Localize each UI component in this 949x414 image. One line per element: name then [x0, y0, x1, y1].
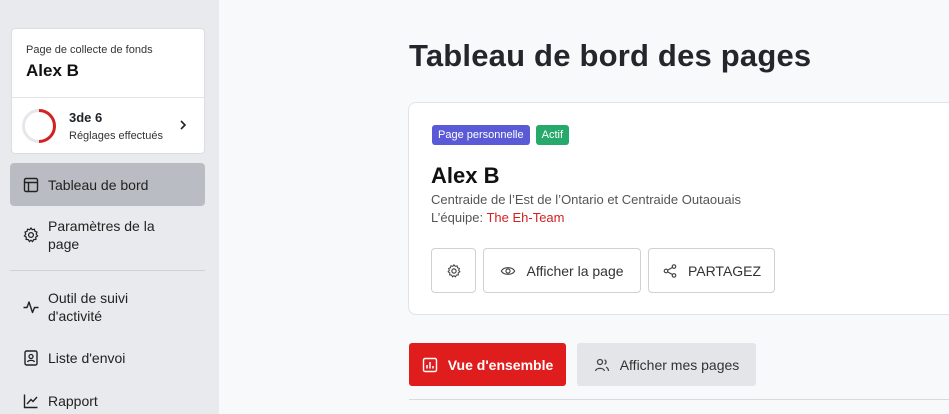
chevron-right-icon [180, 120, 187, 130]
sidebar-item-label: Outil de suivi [48, 290, 129, 306]
sidebar: Page de collecte de fonds Alex B 3de 6 R… [0, 0, 219, 414]
sidebar-item-mailing-list[interactable]: Liste d'envoi [10, 349, 205, 367]
tab-overview[interactable]: Vue d'ensemble [409, 343, 566, 386]
fundraising-page-header: Page de collecte de fonds Alex B [12, 29, 204, 98]
setup-progress[interactable]: 3de 6 Réglages effectués [12, 98, 204, 154]
team-link[interactable]: The Eh-Team [486, 210, 564, 225]
sidebar-divider [10, 270, 205, 271]
chart-line-icon [23, 394, 38, 409]
share-label: PARTAGEZ [687, 262, 762, 279]
share-button[interactable]: PARTAGEZ [648, 248, 775, 293]
dashboard-icon [23, 177, 39, 193]
fundraising-page-card: Page de collecte de fonds Alex B 3de 6 R… [11, 28, 205, 154]
eye-icon [501, 266, 516, 275]
page-owner-name: Alex B [431, 163, 500, 188]
gear-icon [446, 263, 461, 278]
view-page-button[interactable]: Afficher la page [483, 248, 641, 293]
progress-label: Réglages effectués [69, 130, 163, 142]
progress-ring-icon [22, 109, 56, 143]
page-badges: Page personnelle Actif [432, 125, 570, 145]
tab-my-pages[interactable]: Afficher mes pages [577, 343, 756, 386]
page-title: Tableau de bord des pages [409, 38, 812, 73]
page-card: Page personnelle Actif Alex B Centraide … [408, 102, 949, 315]
progress-count: 3de 6 [69, 110, 103, 125]
sidebar-item-label: Paramètres de la [48, 218, 155, 234]
organization-name: Centraide de l’Est de l’Ontario et Centr… [431, 192, 742, 207]
tab-my-pages-label: Afficher mes pages [619, 356, 740, 373]
fundraiser-name: Alex B [26, 61, 79, 80]
fundraising-page-label: Page de collecte de fonds [26, 44, 153, 56]
users-icon [594, 358, 609, 371]
sidebar-item-dashboard[interactable]: Tableau de bord [10, 163, 205, 206]
sidebar-item-label-cont: page [48, 236, 80, 252]
sidebar-item-report[interactable]: Rapport [10, 392, 205, 410]
view-page-label: Afficher la page [526, 262, 624, 279]
sidebar-item-page-settings[interactable]: Paramètres de la page [10, 217, 205, 253]
contacts-icon [24, 350, 38, 366]
badge-active: Actif [535, 125, 570, 145]
gear-icon [23, 227, 39, 243]
share-icon [663, 263, 677, 278]
activity-icon [23, 301, 39, 314]
tabs-divider [409, 399, 949, 400]
sidebar-item-activity-tracker[interactable]: Outil de suivi d'activité [10, 289, 205, 325]
team-label: L’équipe: [431, 210, 484, 225]
sidebar-item-label: Tableau de bord [48, 177, 149, 193]
sidebar-item-label: Liste d'envoi [48, 350, 126, 366]
badge-personal-page: Page personnelle [432, 125, 530, 145]
team-line: L’équipe: The Eh-Team [431, 210, 565, 225]
bar-chart-icon [422, 357, 437, 372]
sidebar-item-label-cont: d'activité [48, 308, 103, 324]
sidebar-item-label: Rapport [48, 393, 98, 409]
settings-button[interactable] [431, 248, 476, 293]
tab-overview-label: Vue d'ensemble [447, 356, 554, 373]
